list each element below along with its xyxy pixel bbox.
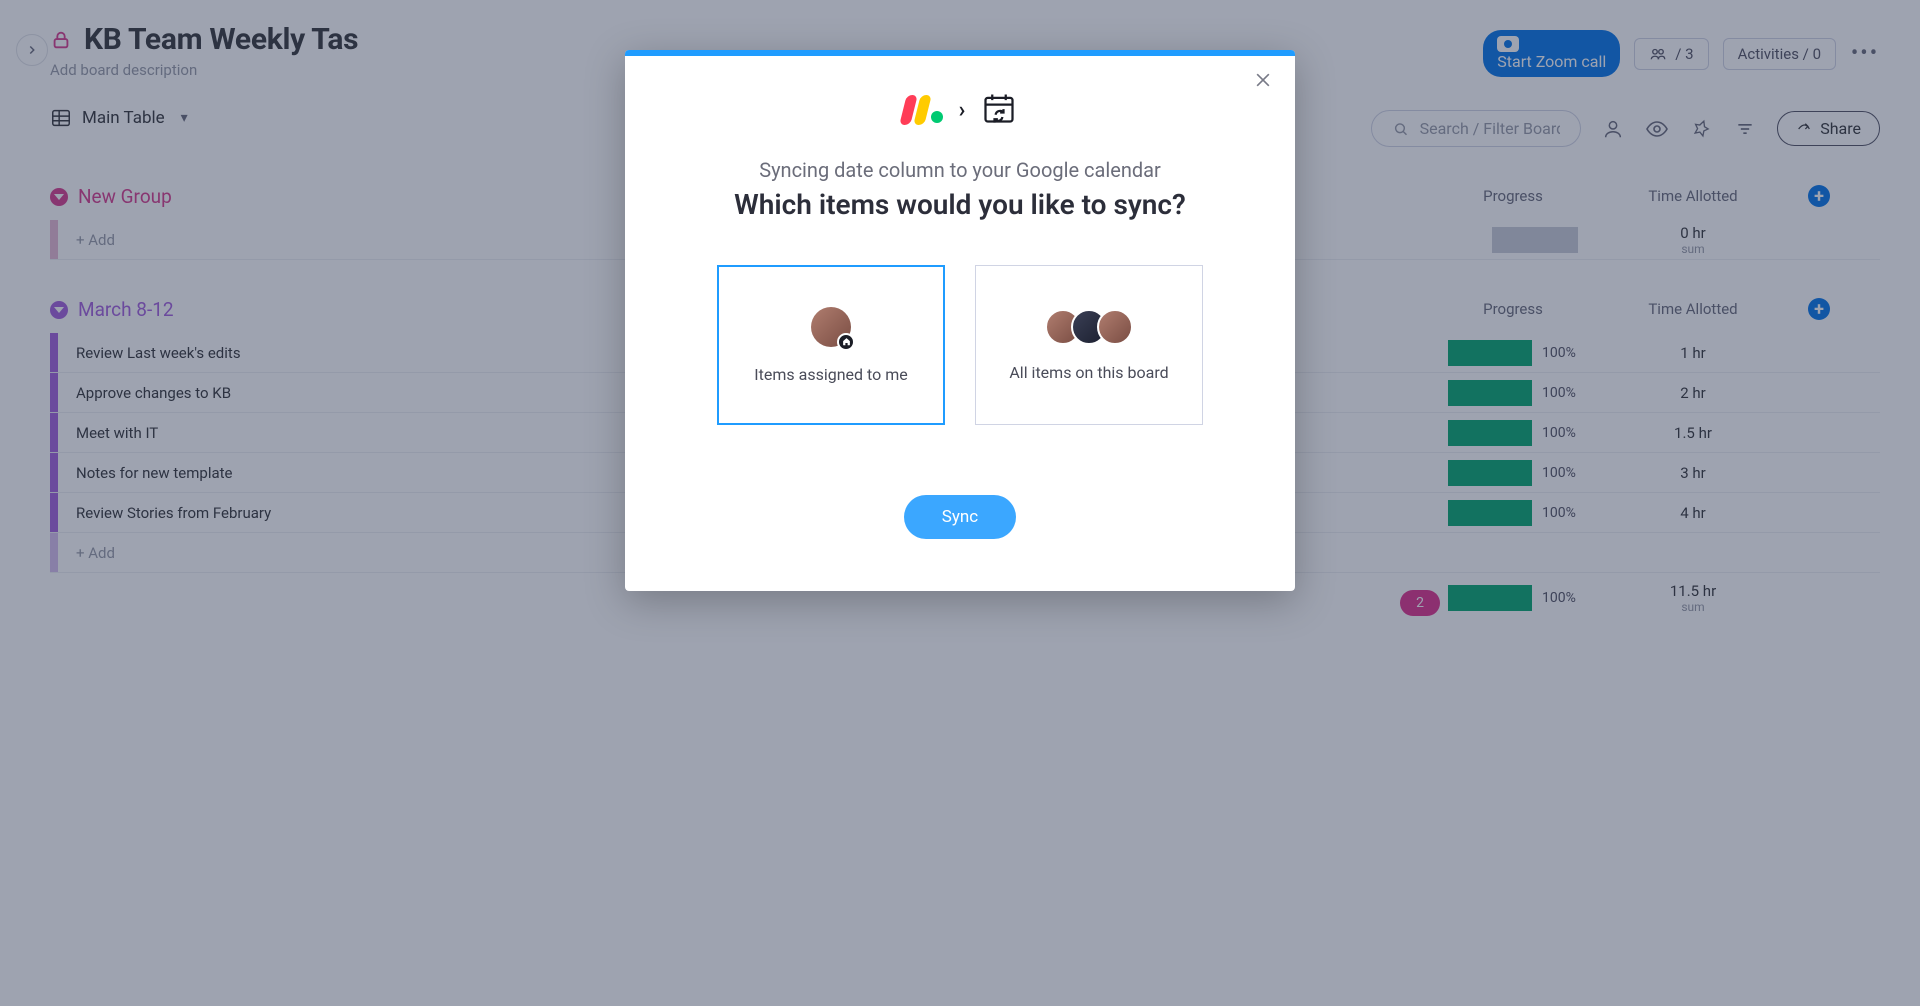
option-items-assigned-to-me[interactable]: Items assigned to me [717,265,945,425]
sync-button[interactable]: Sync [904,495,1016,539]
close-modal-button[interactable] [1253,70,1273,96]
monday-logo-icon [903,95,943,125]
option-label: Items assigned to me [754,365,907,384]
home-badge-icon [837,333,855,351]
sync-logo-row: › [665,90,1255,130]
modal-heading: Which items would you like to sync? [665,188,1255,221]
avatar [1097,309,1133,345]
chevron-right-icon: › [959,98,966,123]
option-all-items-on-board[interactable]: All items on this board [975,265,1203,425]
calendar-sync-icon [981,90,1017,130]
avatar-group [1045,309,1133,345]
avatar-me [811,307,851,347]
modal-subtitle: Syncing date column to your Google calen… [665,158,1255,182]
sync-button-label: Sync [942,507,978,527]
sync-modal: › Syncing date column to your Google cal… [625,50,1295,591]
option-label: All items on this board [1009,363,1168,382]
close-icon [1253,70,1273,90]
